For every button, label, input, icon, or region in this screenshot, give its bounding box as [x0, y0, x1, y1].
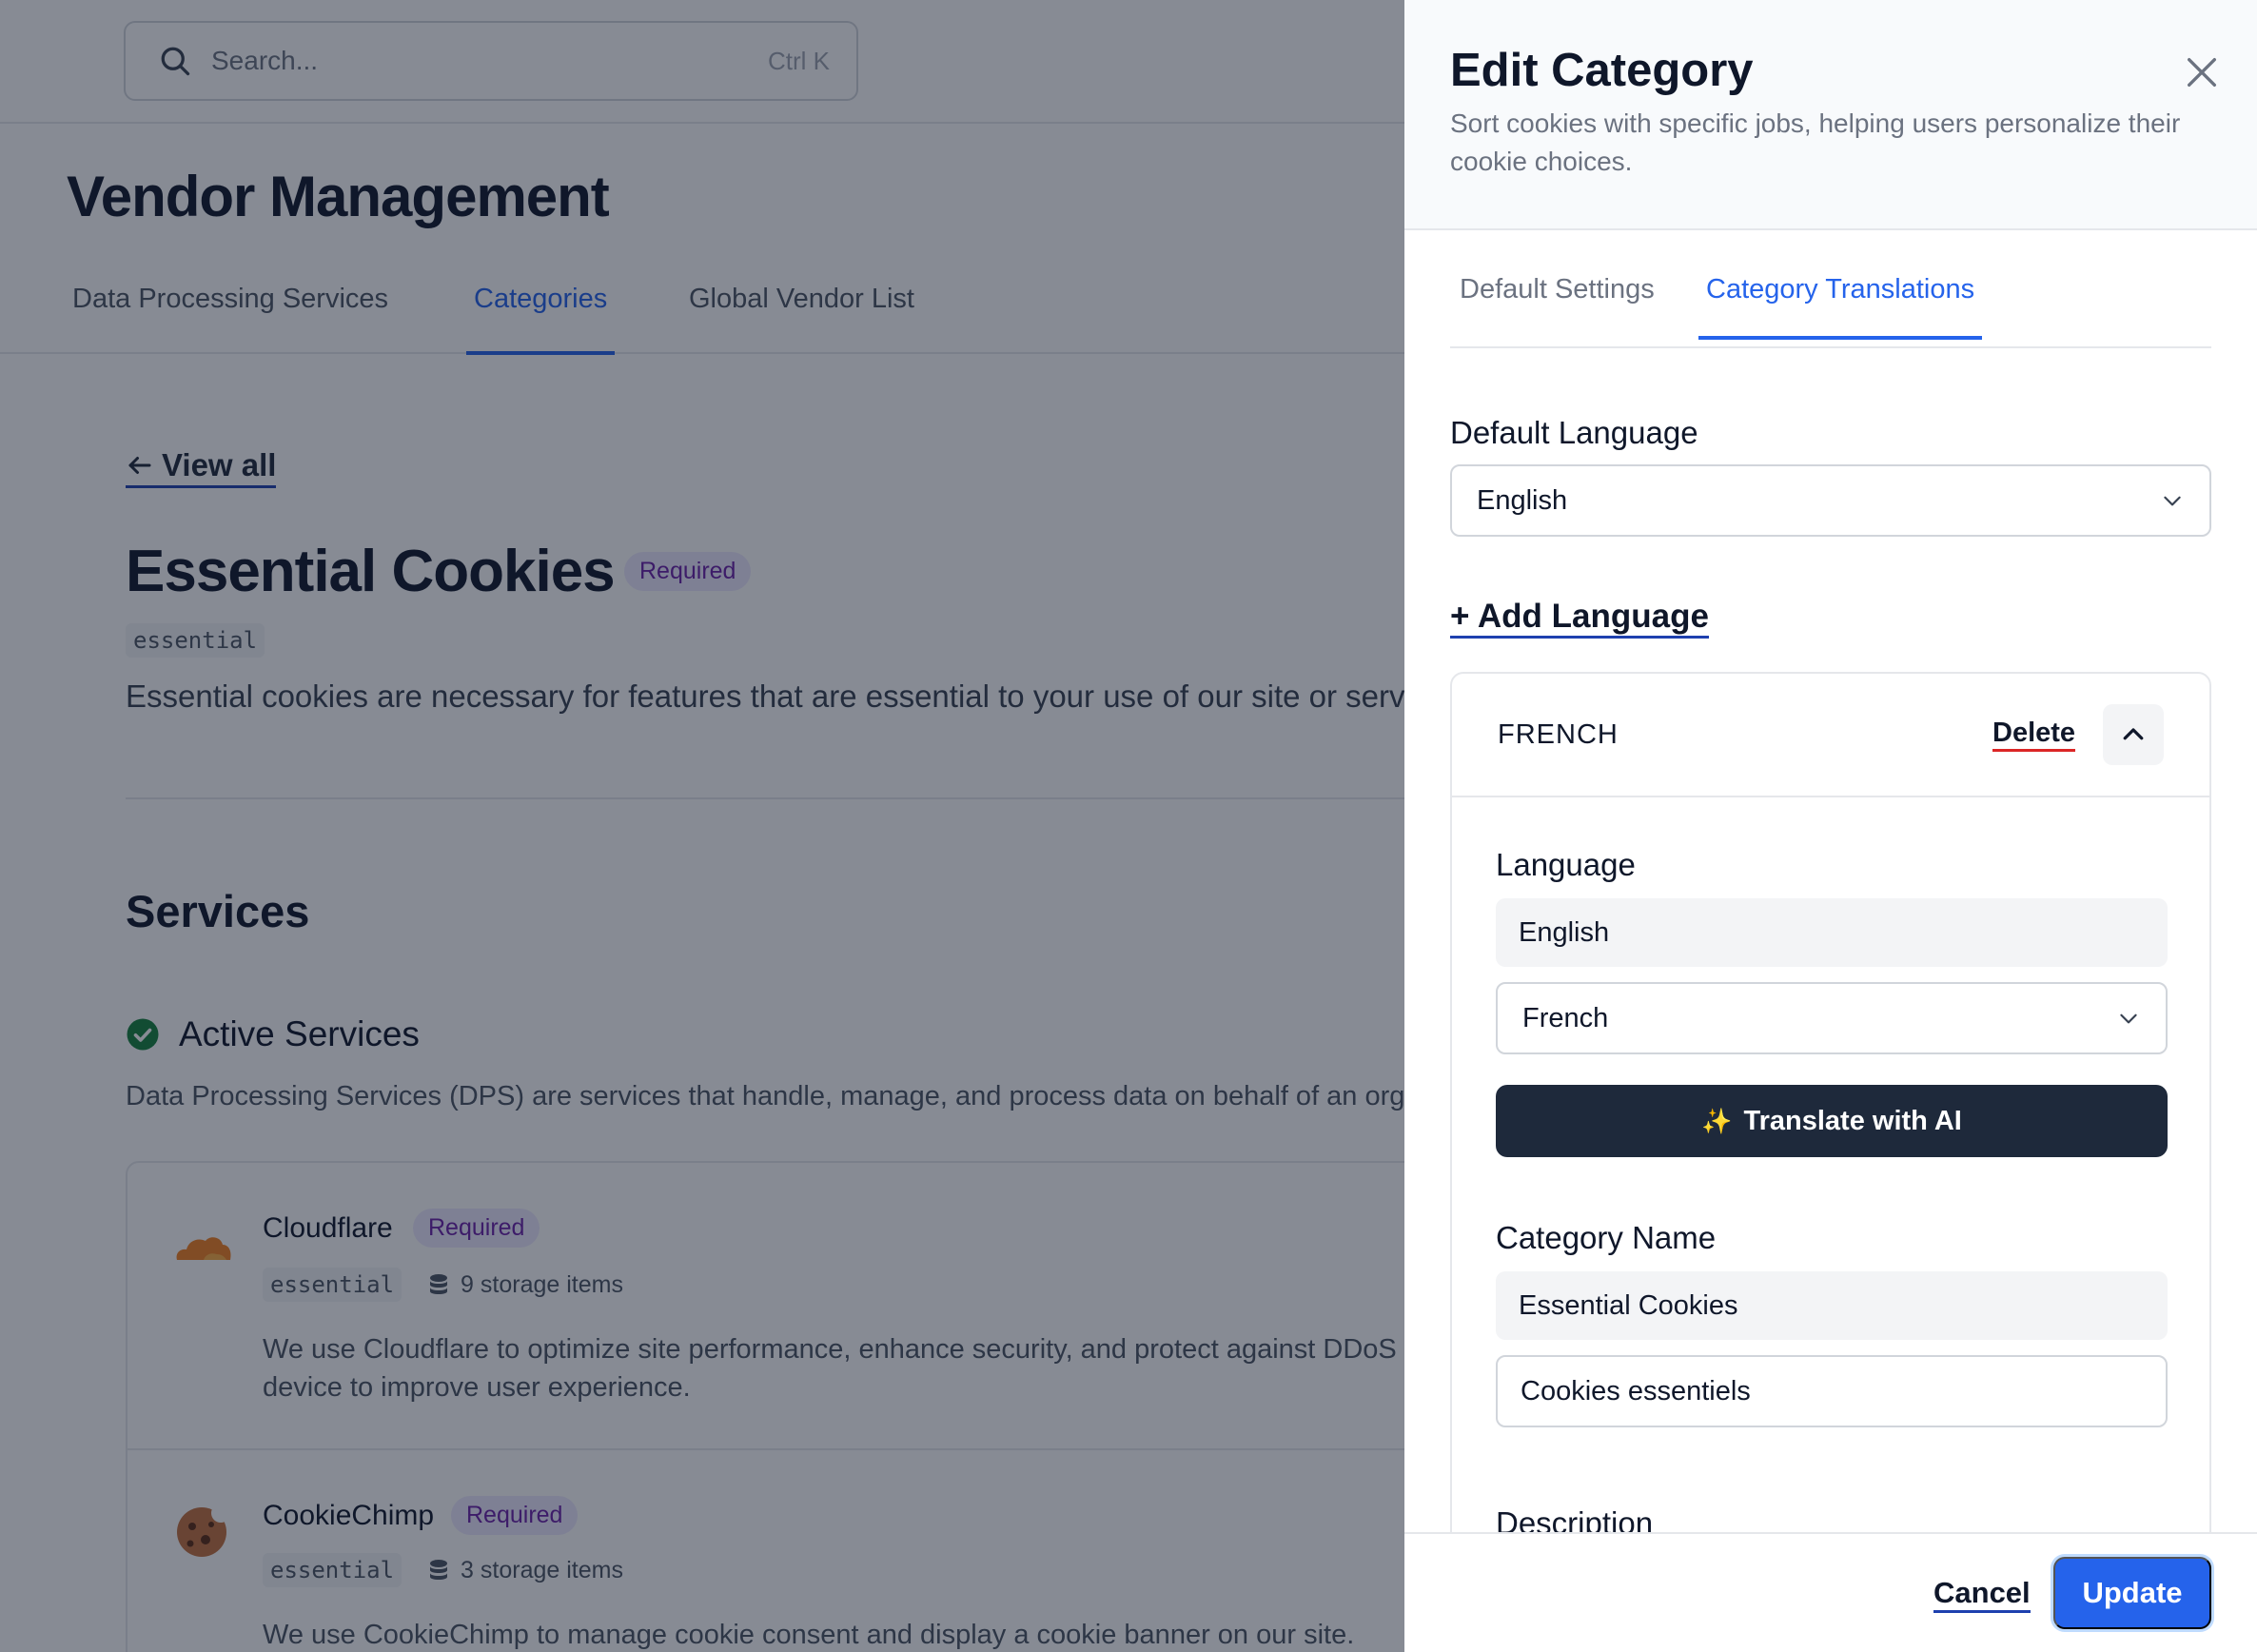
category-name-translation-input[interactable]: Cookies essentiels	[1496, 1355, 2168, 1427]
translation-card-french: FRENCH Delete Language English French ✨ …	[1450, 672, 2211, 1652]
vendor-management-page: Search... Ctrl K Vendor Management Data …	[0, 0, 1404, 1652]
default-language-label: Default Language	[1450, 415, 1698, 450]
translate-with-ai-button[interactable]: ✨ Translate with AI	[1496, 1085, 2168, 1157]
chevron-down-icon	[2120, 1013, 2137, 1024]
category-name-label: Category Name	[1496, 1220, 1717, 1255]
source-language-field: English	[1496, 898, 2168, 967]
default-language-select[interactable]: English	[1450, 464, 2211, 537]
drawer-tabs: Default Settings Category Translations	[1450, 274, 2211, 348]
update-button[interactable]: Update	[2053, 1557, 2211, 1629]
close-icon[interactable]	[2183, 53, 2221, 91]
drawer-header: Edit Category Sort cookies with specific…	[1404, 0, 2257, 230]
cancel-button[interactable]: Cancel	[1933, 1576, 2031, 1613]
category-name-source-field: Essential Cookies	[1496, 1271, 2168, 1340]
edit-category-drawer: Edit Category Sort cookies with specific…	[1404, 0, 2257, 1652]
translate-button-label: Translate with AI	[1743, 1105, 1962, 1136]
tab-default-settings[interactable]: Default Settings	[1452, 274, 1662, 336]
default-language-value: English	[1477, 484, 1568, 516]
drawer-subtitle: Sort cookies with specific jobs, helping…	[1450, 108, 2181, 176]
add-language-link[interactable]: + Add Language	[1450, 598, 1709, 639]
sparkles-icon: ✨	[1701, 1106, 1733, 1135]
tab-category-translations[interactable]: Category Translations	[1698, 274, 1983, 340]
drawer-footer: Cancel Update	[1404, 1532, 2257, 1652]
collapse-button[interactable]	[2103, 704, 2164, 765]
drawer-title: Edit Category	[1450, 45, 1754, 96]
target-language-value: French	[1522, 1002, 1609, 1033]
translation-card-header: FRENCH Delete	[1452, 674, 2209, 797]
delete-translation-button[interactable]: Delete	[1992, 718, 2076, 752]
chevron-up-icon	[2123, 728, 2144, 740]
translation-language-name: FRENCH	[1498, 719, 1619, 750]
target-language-select[interactable]: French	[1496, 982, 2168, 1054]
modal-backdrop[interactable]	[0, 0, 1404, 1652]
language-label: Language	[1496, 847, 1636, 882]
chevron-down-icon	[2164, 496, 2181, 506]
